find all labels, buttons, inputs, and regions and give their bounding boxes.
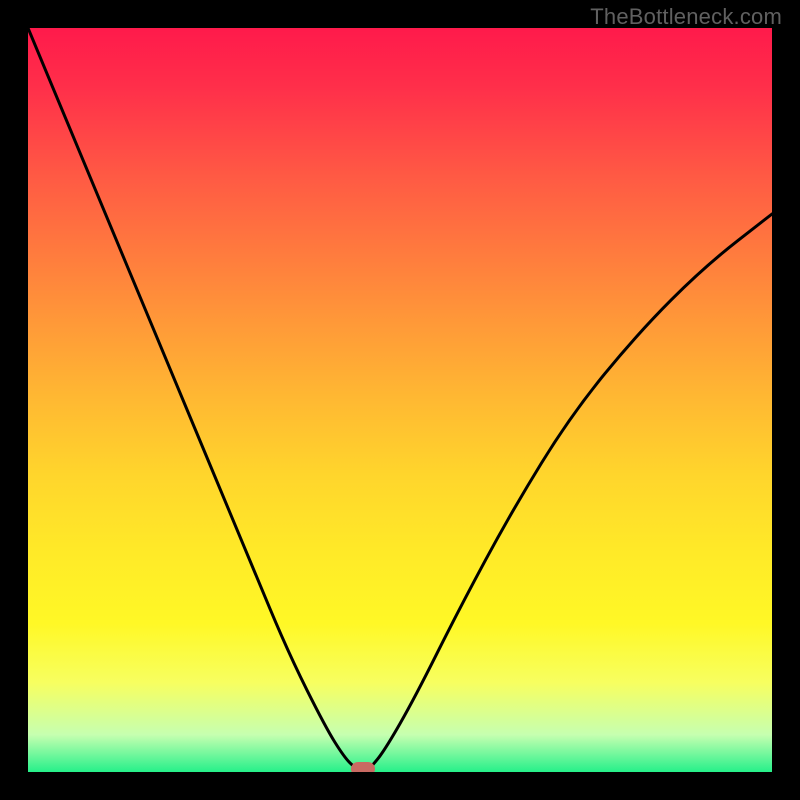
bottleneck-curve — [28, 28, 772, 772]
chart-frame: TheBottleneck.com — [0, 0, 800, 800]
plot-area — [28, 28, 772, 772]
watermark-text: TheBottleneck.com — [590, 4, 782, 30]
minimum-marker — [351, 762, 375, 772]
